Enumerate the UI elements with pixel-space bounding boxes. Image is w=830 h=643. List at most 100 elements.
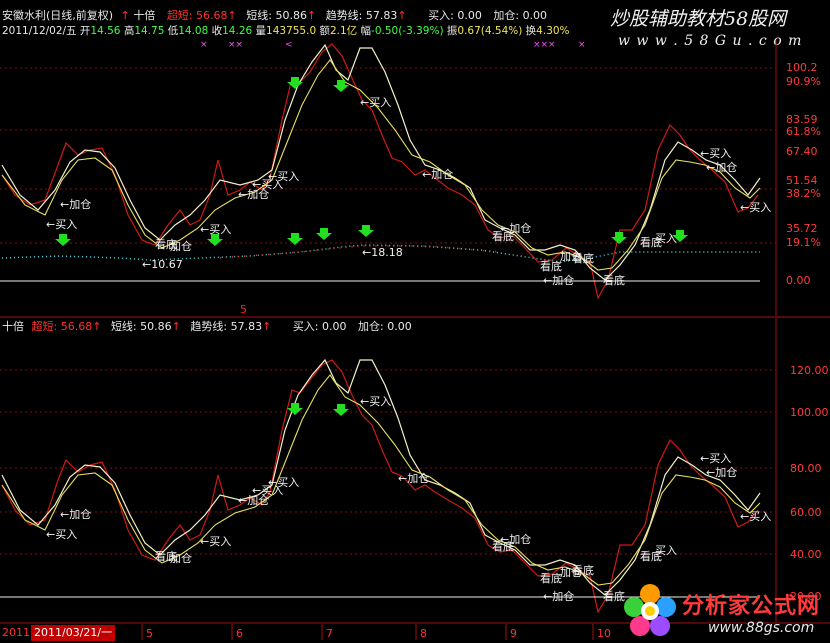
lower-qushi-label: 趋势线:	[190, 320, 228, 333]
tag-add: ←加仓	[60, 197, 91, 211]
svg-text:<: <	[285, 40, 293, 50]
flower-logo-icon	[624, 584, 676, 636]
tag-add: ←加仓	[706, 160, 737, 174]
tag-buy: ←买入	[46, 528, 77, 541]
tag-buy: ←买入	[740, 201, 771, 214]
upper-axis-label: 90.9%	[786, 75, 821, 88]
price-low-label: ←10.67	[142, 258, 183, 271]
green-down-arrow-icon	[55, 234, 71, 246]
date-marker: 5	[240, 303, 247, 316]
month-tick: 6	[236, 627, 243, 640]
tag-buy: ←买入	[46, 218, 77, 231]
tag-bottom: 看底	[603, 273, 625, 287]
green-down-arrow-icon	[287, 403, 303, 415]
upper-gridlines	[0, 67, 776, 244]
upper-axis-label: 0.00	[786, 274, 811, 287]
lower-addpos-label: 加仓:	[358, 320, 384, 333]
lower-header-row: 十倍 超短: 56.68↑ 短线: 50.86↑ 趋势线: 57.83↑ 买入:…	[2, 318, 412, 334]
tag-bottom: 看底	[540, 571, 562, 585]
upper-axis-label: 35.72	[786, 222, 818, 235]
green-down-arrow-icon	[333, 404, 349, 416]
upper-axis-labels: 100.2 90.9% 83.59 61.8% 67.40 51.54 38.2…	[786, 61, 821, 287]
cursor-date-badge: 2011/03/21/一	[31, 625, 116, 641]
lower-axis-label: 100.00	[790, 406, 829, 419]
date-axis-ticks	[141, 624, 594, 640]
tag-add: ←加仓	[398, 471, 429, 485]
lower-axis-labels: 120.00 100.00 80.00 60.00 40.00 20.00	[790, 364, 829, 603]
lower-tags: ←加仓 ←买入 看底 加仓 ←买入 ←加仓 ←买入 ←买入 ←买入 ←加仓 看底…	[46, 395, 771, 603]
upper-axis-label: 19.1%	[786, 236, 821, 249]
lower-qushi-value: 57.83	[230, 320, 263, 333]
tag-buy: ←买入	[360, 395, 391, 408]
svg-text:××: ××	[228, 40, 243, 50]
lower-indicator-name[interactable]: 十倍	[2, 320, 24, 333]
tag-buy: ←买入	[740, 510, 771, 523]
tag-buy: ←买入	[700, 452, 731, 465]
lower-axis-label: 120.00	[790, 364, 829, 377]
green-down-arrow-icon	[316, 228, 332, 240]
date-axis-prefix: 2011	[2, 626, 30, 639]
tag-add: 加仓	[170, 551, 192, 565]
svg-text:××: ××	[533, 40, 548, 50]
month-tick: 9	[510, 627, 517, 640]
tag-buy: 买入	[655, 544, 677, 557]
upper-axis-label: 67.40	[786, 145, 818, 158]
up-arrow-icon: ↑	[171, 320, 181, 333]
green-down-arrow-icon	[611, 232, 627, 244]
tag-add: 加仓	[170, 239, 192, 253]
price-high-label: ←18.18	[362, 246, 403, 259]
tag-buy: ←买入	[200, 223, 231, 236]
up-arrow-icon: ↑	[92, 320, 102, 333]
tag-buy: 买入	[655, 232, 677, 245]
tag-buy: ←买入	[200, 535, 231, 548]
tag-add: ←加仓	[543, 589, 574, 603]
upper-axis-label: 100.2	[786, 61, 818, 74]
upper-series	[1, 43, 761, 300]
date-axis-prefix-text: 2011	[2, 626, 30, 639]
tag-add: ←加仓	[500, 221, 531, 235]
svg-text:×: ×	[578, 40, 586, 50]
up-arrow-icon: ↑	[262, 320, 272, 333]
lower-buy-label: 买入:	[292, 320, 319, 333]
svg-text:×: ×	[548, 40, 556, 50]
tag-buy: ←买入	[268, 476, 299, 489]
lower-chaoduan-label: 超短:	[31, 320, 58, 333]
month-tick: 7	[326, 627, 333, 640]
tag-add: ←加仓	[500, 532, 531, 546]
lower-duanxian-label: 短线:	[110, 320, 137, 333]
upper-axis-label: 51.54	[786, 174, 818, 187]
lower-buy-arrows	[287, 403, 349, 416]
svg-text:×: ×	[200, 40, 208, 50]
tag-buy: ←买入	[268, 170, 299, 183]
month-tick: 8	[420, 627, 427, 640]
month-tick: 5	[146, 627, 153, 640]
date-axis: 5 6 7 8 9 10	[146, 627, 611, 640]
green-down-arrow-icon	[358, 225, 374, 237]
bottom-watermark-title: 分析家公式网	[682, 594, 821, 619]
tag-add: ←加仓	[60, 507, 91, 521]
bottom-watermark: 分析家公式网 www.88gs.com	[620, 580, 830, 642]
cursor-date-text: 2011/03/21/一	[34, 626, 113, 639]
lower-duanxian-value: 50.86	[140, 320, 172, 333]
lower-axis-label: 60.00	[790, 506, 822, 519]
upper-axis-label: 61.8%	[786, 125, 821, 138]
tag-buy: ←买入	[700, 147, 731, 160]
green-down-arrow-icon	[333, 80, 349, 92]
tag-add: ←加仓	[543, 273, 574, 287]
month-tick: 10	[597, 627, 611, 640]
lower-addpos-value: 0.00	[387, 320, 412, 333]
tag-add: ←加仓	[706, 465, 737, 479]
tag-bottom: 看底	[572, 251, 594, 265]
lower-chaoduan-value: 56.68	[60, 320, 93, 333]
tag-bottom: 看底	[572, 563, 594, 577]
lower-axis-label: 40.00	[790, 548, 822, 561]
signal-markers-row: × ×× < ×× × ×	[200, 40, 586, 50]
bottom-watermark-url: www.88gs.com	[708, 620, 815, 636]
tag-bottom: 看底	[540, 259, 562, 273]
lower-buy-value: 0.00	[322, 320, 347, 333]
upper-red-line	[1, 43, 759, 300]
lower-axis-label: 80.00	[790, 462, 822, 475]
tag-add: ←加仓	[422, 167, 453, 181]
tag-buy: ←买入	[360, 96, 391, 109]
upper-axis-label: 38.2%	[786, 187, 821, 200]
